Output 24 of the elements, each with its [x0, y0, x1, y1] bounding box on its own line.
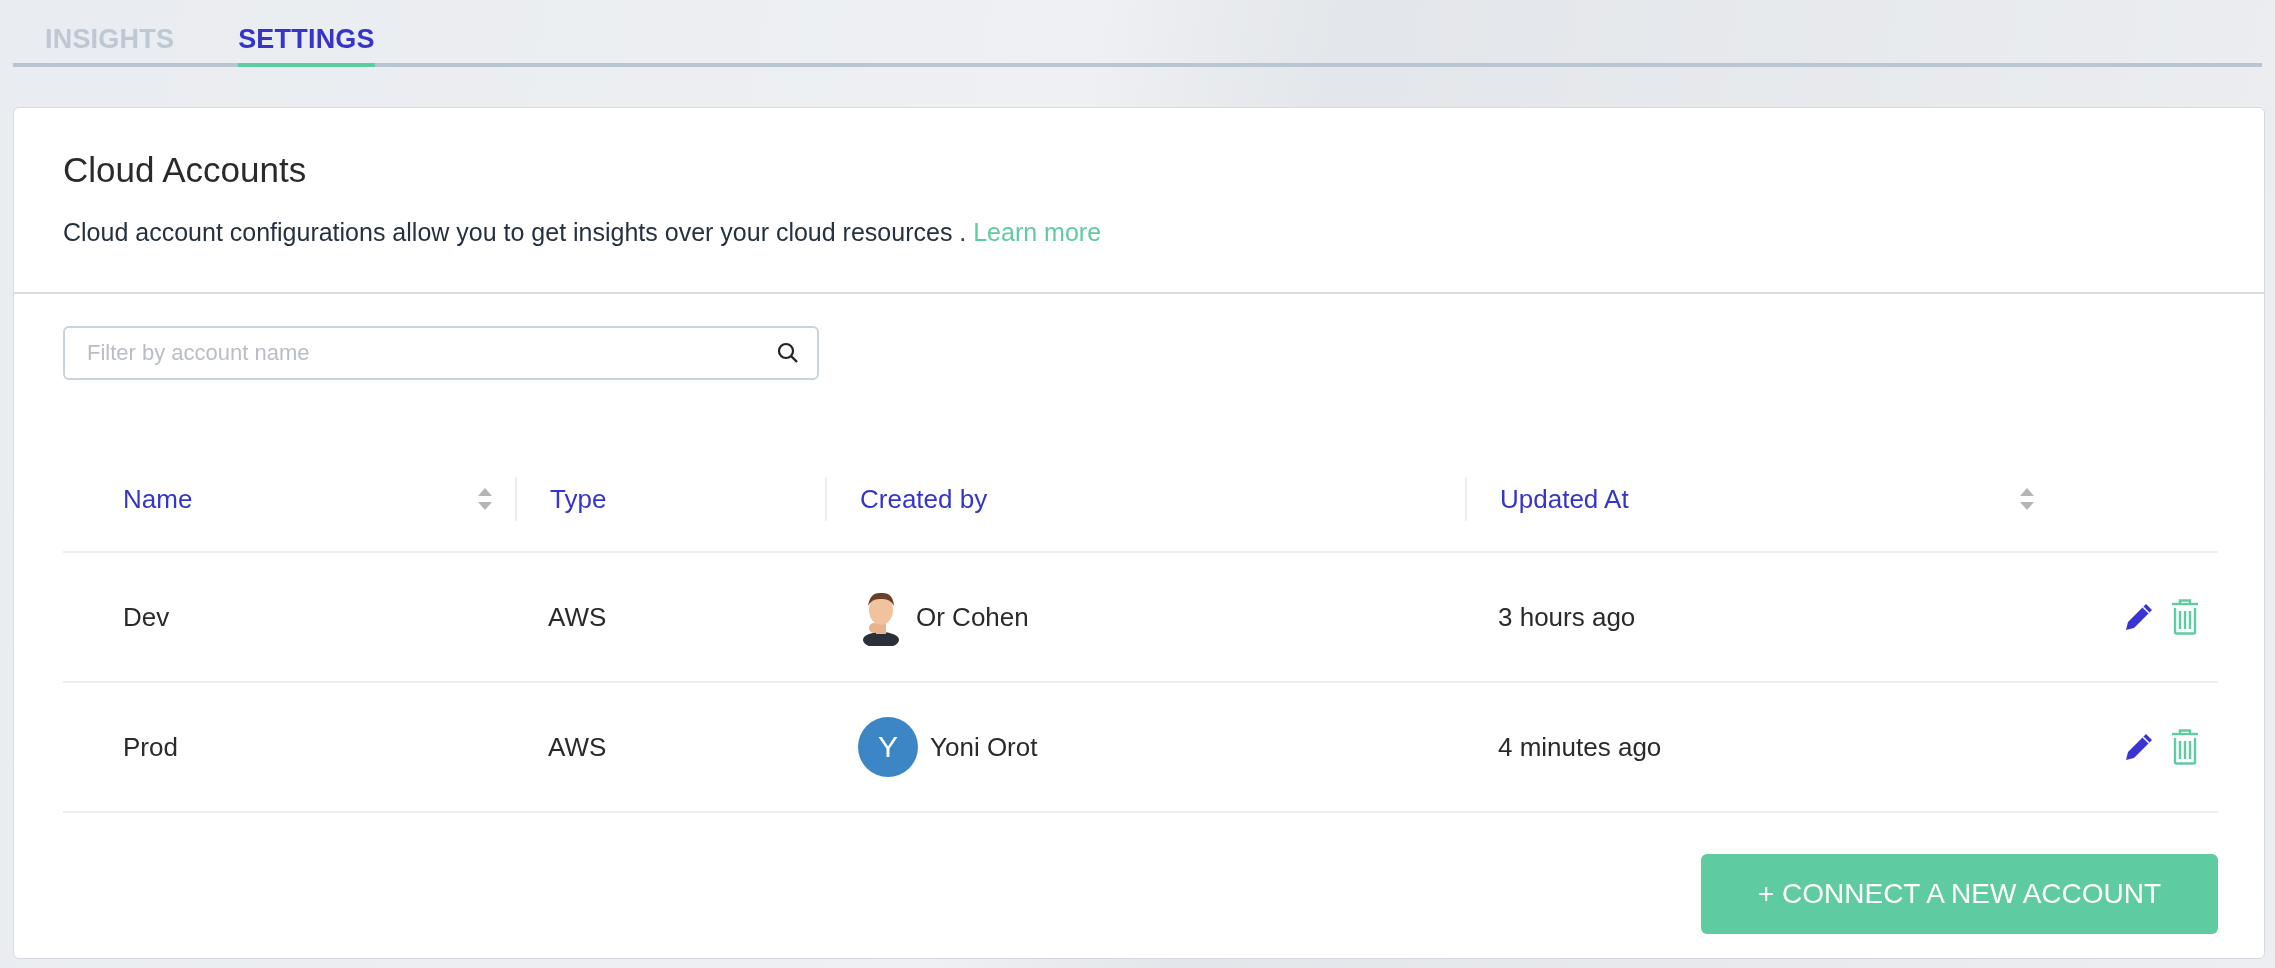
- column-header[interactable]: Name: [63, 477, 515, 521]
- pencil-icon[interactable]: [2124, 732, 2154, 762]
- user-name: Yoni Orot: [930, 731, 1038, 763]
- column-header[interactable]: Updated At: [1465, 477, 2065, 521]
- trash-icon[interactable]: [2170, 729, 2200, 765]
- table-cell-text: AWS: [547, 731, 608, 763]
- card-description: Cloud account configurations allow you to get insights over your cloud resources . Learn more: [63, 218, 1103, 247]
- search-field[interactable]: Filter by account name: [63, 326, 819, 380]
- avatar: Y: [858, 717, 918, 777]
- sort-icon[interactable]: [477, 486, 493, 512]
- sort-icon[interactable]: [2019, 486, 2035, 512]
- trash-icon[interactable]: [2170, 599, 2200, 635]
- table-cell-text: Prod: [122, 731, 179, 763]
- column-header[interactable]: Created by: [825, 477, 1465, 521]
- tab[interactable]: SETTINGS: [238, 18, 375, 67]
- search-icon[interactable]: [777, 342, 799, 364]
- table-cell-text: 4 minutes ago: [1497, 731, 1663, 763]
- pencil-icon[interactable]: [2124, 602, 2154, 632]
- user-name: Or Cohen: [916, 601, 1029, 633]
- table-cell-text: Dev: [122, 601, 171, 633]
- table-cell-text: 3 hours ago: [1497, 601, 1637, 633]
- column-header[interactable]: Type: [515, 477, 825, 521]
- table-cell-text: AWS: [547, 601, 608, 633]
- card-title: Cloud Accounts: [63, 150, 308, 190]
